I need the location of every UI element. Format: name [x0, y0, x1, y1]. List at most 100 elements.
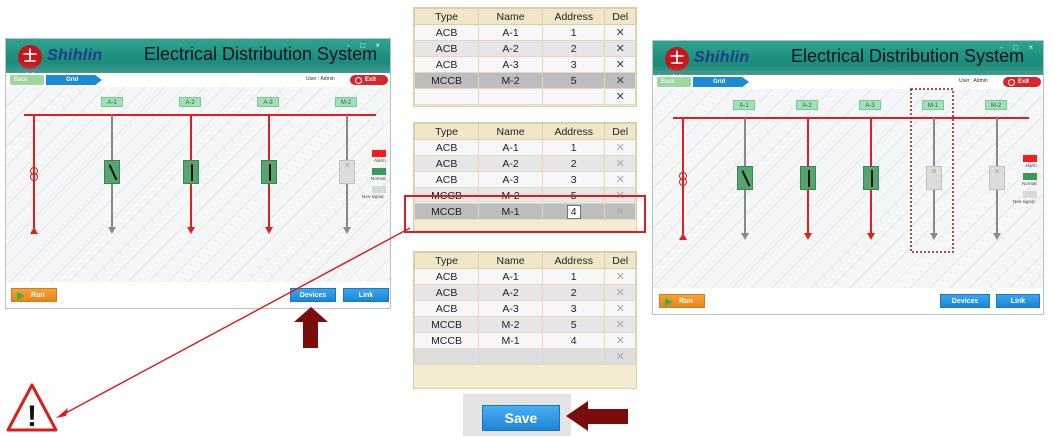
delete-icon[interactable]: ✕: [604, 171, 636, 188]
link-button[interactable]: Link: [343, 288, 389, 302]
table-row-editing[interactable]: MCCB M-1 4 ✕: [413, 203, 636, 220]
table-row-new[interactable]: ✕: [413, 88, 636, 105]
bottom-toolbar: Run Devices Link: [653, 288, 1043, 314]
grid-diagram: A-1 A-2 A-3 M-1 M-2 × × Alarm Normal Non…: [653, 89, 1043, 288]
bus-label-m2: M-2: [335, 97, 357, 107]
load-arrow-icon: [343, 227, 351, 234]
table-header: Type Name Address Del: [413, 8, 636, 25]
table-row[interactable]: MCCB M-2 5 ✕: [413, 187, 636, 204]
breaker-a2[interactable]: [183, 160, 199, 184]
table-row[interactable]: MCCB M-1 4 ✕: [413, 332, 636, 349]
title-bar: 士林 Shihlin Electrical Distribution Syste…: [653, 41, 1043, 91]
load-arrow-icon: [741, 233, 749, 240]
breaker-m1[interactable]: ×: [926, 166, 942, 190]
window-controls[interactable]: - □ ×: [347, 41, 384, 50]
bottom-toolbar: Run Devices Link: [6, 282, 390, 308]
table-row[interactable]: ACB A-2 2 ✕: [413, 284, 636, 301]
table-row[interactable]: ACB A-3 3 ✕: [413, 300, 636, 317]
table-row[interactable]: MCCB M-2 5 ✕: [413, 72, 636, 89]
link-button[interactable]: Link: [996, 294, 1040, 308]
tab-grid[interactable]: Grid: [693, 77, 749, 87]
save-area: Save: [463, 394, 571, 436]
delete-icon[interactable]: ✕: [604, 24, 636, 41]
exit-button[interactable]: Exit: [350, 75, 388, 85]
app-title: Electrical Distribution System: [144, 44, 378, 64]
breaker-a1[interactable]: [737, 166, 753, 190]
delete-icon[interactable]: ✕: [604, 155, 636, 172]
bus-label-a3: A-3: [859, 100, 881, 110]
legend-nonsignal: Non-signal: [362, 194, 384, 199]
delete-icon[interactable]: ✕: [604, 348, 636, 365]
brand-name: Shihlin: [47, 47, 103, 64]
title-bar: 士林 Shihlin Electrical Distribution Syste…: [6, 39, 390, 89]
delete-icon[interactable]: ✕: [604, 268, 636, 285]
legend-normal: Normal: [371, 176, 386, 181]
run-button[interactable]: Run: [659, 294, 705, 308]
table-row[interactable]: ACB A-1 1 ✕: [413, 268, 636, 285]
delete-icon[interactable]: ✕: [604, 88, 636, 105]
delete-icon[interactable]: ✕: [604, 332, 636, 349]
legend-alarm: Alarm: [1025, 163, 1037, 168]
table-row[interactable]: ACB A-1 1 ✕: [413, 139, 636, 156]
device-table-result: Type Name Address Del ACB A-1 1 ✕ ACB A-2 2 ✕ …: [413, 251, 637, 389]
main-bus: [673, 117, 1029, 119]
back-button[interactable]: Back: [10, 75, 44, 85]
bus-label-a2: A-2: [179, 97, 201, 107]
table-row[interactable]: ACB A-1 1 ✕: [413, 24, 636, 41]
app-window-before: 士林 Shihlin Electrical Distribution Syste…: [5, 38, 391, 309]
devices-button[interactable]: Devices: [290, 288, 336, 302]
delete-icon[interactable]: ✕: [604, 203, 636, 220]
pointer-arrowhead-icon: [56, 408, 68, 418]
transformer-icon: [679, 178, 687, 186]
load-arrow-icon: [187, 227, 195, 234]
breaker-a2[interactable]: [800, 166, 816, 190]
address-input[interactable]: 4: [542, 203, 606, 220]
run-button[interactable]: Run: [11, 288, 57, 302]
table-row-new[interactable]: ✕: [413, 348, 636, 365]
tab-grid[interactable]: Grid: [46, 75, 102, 85]
delete-icon[interactable]: ✕: [604, 300, 636, 317]
breaker-a1[interactable]: [104, 160, 120, 184]
legend-normal-swatch: [372, 168, 386, 175]
legend-alarm-swatch: [372, 150, 386, 157]
table-row[interactable]: ACB A-2 2 ✕: [413, 40, 636, 57]
breaker-a3[interactable]: [261, 160, 277, 184]
shihlin-logo: 士林: [18, 45, 42, 89]
window-controls[interactable]: - □ ×: [1000, 43, 1037, 52]
legend-nonsignal-swatch: [1023, 191, 1037, 198]
breaker-m2[interactable]: ×: [339, 160, 355, 184]
breaker-a3[interactable]: [863, 166, 879, 190]
table-header: Type Name Address Del: [413, 123, 636, 140]
breaker-m2[interactable]: ×: [989, 166, 1005, 190]
table-row[interactable]: MCCB M-2 5 ✕: [413, 316, 636, 333]
back-button[interactable]: Back: [657, 77, 691, 87]
delete-icon[interactable]: ✕: [604, 40, 636, 57]
transformer-icon: [30, 173, 38, 181]
delete-icon[interactable]: ✕: [604, 316, 636, 333]
delete-icon[interactable]: ✕: [604, 56, 636, 73]
nav-bar: Back Grid User : Admin Exit: [6, 73, 390, 87]
back-label: Back: [14, 77, 28, 83]
bus-label-a1: A-1: [101, 97, 123, 107]
devices-button[interactable]: Devices: [940, 294, 990, 308]
bus-label-a3: A-3: [257, 97, 279, 107]
delete-icon[interactable]: ✕: [604, 187, 636, 204]
main-bus: [24, 114, 376, 116]
table-row[interactable]: ACB A-2 2 ✕: [413, 155, 636, 172]
delete-icon[interactable]: ✕: [604, 72, 636, 89]
app-title: Electrical Distribution System: [791, 46, 1025, 66]
bus-label-m2: M-2: [985, 100, 1007, 110]
table-row[interactable]: ACB A-3 3 ✕: [413, 56, 636, 73]
warning-icon: [6, 383, 58, 432]
save-button[interactable]: Save: [482, 405, 560, 431]
up-arrow-icon: [294, 307, 328, 348]
back-label: Back: [661, 79, 675, 85]
table-row[interactable]: ACB A-3 3 ✕: [413, 171, 636, 188]
delete-icon[interactable]: ✕: [604, 139, 636, 156]
load-arrow-icon: [993, 233, 1001, 240]
warning-symbol: !: [27, 400, 37, 433]
delete-icon[interactable]: ✕: [604, 284, 636, 301]
exit-button[interactable]: Exit: [1003, 77, 1041, 87]
source-arrow-icon: [679, 233, 687, 240]
app-window-after: 士林 Shihlin Electrical Distribution Syste…: [652, 40, 1044, 315]
